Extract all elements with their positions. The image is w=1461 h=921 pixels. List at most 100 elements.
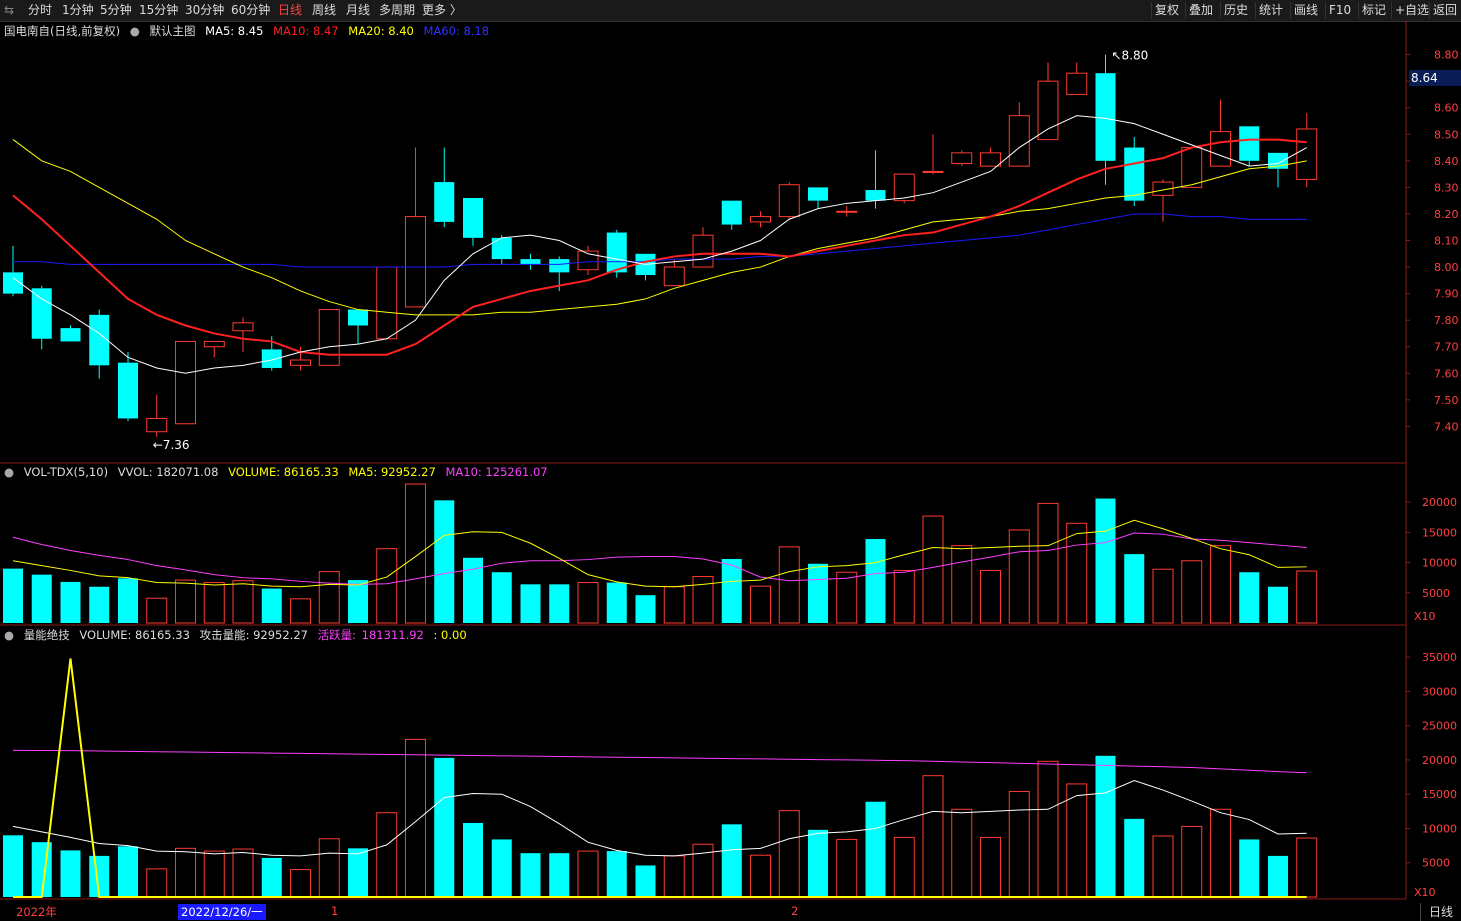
sub-volume-bar — [1095, 755, 1116, 897]
candle-body — [261, 349, 282, 368]
volume-bar — [261, 588, 282, 623]
volume-bar — [1008, 529, 1030, 624]
volume-bar — [31, 574, 52, 623]
price-tick-label: 7.80 — [1434, 314, 1459, 327]
sub-volume-bar — [1124, 818, 1145, 897]
volume-bar — [1124, 554, 1145, 623]
candle-body — [692, 234, 714, 268]
volume-bar — [1210, 545, 1231, 624]
sub-volume-bar — [520, 853, 541, 897]
vol-tick-label: 5000 — [1422, 587, 1450, 600]
candle-body — [1066, 72, 1088, 95]
sub-volume-bar — [663, 855, 685, 898]
candle-body — [203, 340, 225, 348]
candle-body — [405, 216, 426, 308]
volume-bar — [663, 586, 685, 624]
sub-volume-bar — [606, 851, 627, 897]
candle-body — [520, 259, 541, 265]
sub-volume-bar — [434, 757, 455, 897]
price-tick-label: 7.70 — [1434, 341, 1459, 354]
volume-bar — [980, 569, 1001, 624]
sub-volume-bar — [261, 857, 282, 897]
sub-volume-bar — [60, 850, 81, 897]
volume-bar — [318, 571, 340, 624]
price-tick-label: 7.90 — [1434, 288, 1459, 301]
sub-volume-bar — [750, 854, 771, 898]
candle-body — [348, 309, 368, 326]
volume-bar — [836, 571, 858, 624]
volume-bar — [175, 579, 196, 624]
ma10-line — [12, 138, 1307, 356]
sub-volume-bar — [721, 824, 742, 897]
price-tick-label: 7.40 — [1434, 420, 1459, 433]
sub-volume-bar — [951, 808, 973, 898]
sub-tick-label: 25000 — [1422, 720, 1457, 733]
price-tick-label: 8.20 — [1434, 208, 1459, 221]
volume-bar — [1268, 586, 1288, 623]
sub-volume-bar — [463, 822, 483, 897]
sub-volume-bar — [635, 865, 656, 897]
candle-body — [290, 359, 311, 366]
volume-bar — [348, 580, 368, 623]
sub-volume-bar — [491, 839, 512, 897]
vol-x10-label: X10 — [1414, 610, 1436, 623]
sub-volume-bar — [146, 868, 168, 898]
candle-body — [60, 328, 81, 342]
vol-tick-label: 20000 — [1422, 496, 1457, 509]
sub-volume-bar — [348, 848, 368, 897]
candle-body — [549, 259, 570, 273]
price-tick-label: 8.00 — [1434, 261, 1459, 274]
candle-body — [1210, 131, 1231, 167]
volume-bar — [635, 595, 656, 623]
price-tick-label: 7.50 — [1434, 394, 1459, 407]
kline-chart[interactable]: 7.40 7.50 7.60 7.70 7.80 7.90 8.00 8.10 8.20 8.30… — [0, 0, 1461, 921]
period-label[interactable]: 日线 — [1420, 903, 1461, 921]
sub-volume-bar — [865, 801, 886, 897]
sub-volume-bar — [1008, 790, 1030, 898]
candle-body — [836, 210, 858, 213]
sub-volume-bar — [318, 838, 340, 898]
volume-bar — [1066, 522, 1088, 624]
candle-body — [118, 362, 138, 419]
volume-bar — [951, 545, 973, 624]
candle-body — [1037, 80, 1059, 141]
candle-body — [1008, 115, 1030, 167]
price-tick-label: 8.40 — [1434, 155, 1459, 168]
low-label: ←7.36 — [153, 438, 190, 452]
sub-volume-bar — [405, 738, 426, 898]
volume-bar — [606, 582, 627, 623]
candle-body — [663, 266, 685, 287]
candle-body — [1095, 73, 1116, 161]
price-tick-label: 8.50 — [1434, 128, 1459, 141]
candle-body — [1124, 147, 1145, 201]
candle-body — [232, 322, 254, 332]
sub-volume-bar — [1210, 808, 1231, 898]
sub-tick-label: 15000 — [1422, 788, 1457, 801]
timeline-month-2: 2 — [791, 904, 799, 918]
sub-volume-bar — [1296, 837, 1318, 898]
volume-bar — [893, 569, 915, 624]
sub-volume-bar — [922, 775, 944, 898]
volume-bar — [1239, 572, 1260, 623]
sub-volume-bar — [1152, 835, 1174, 898]
price-tick-label: 8.80 — [1434, 49, 1459, 62]
candle-body — [721, 200, 742, 225]
sub-volume-bar — [290, 869, 311, 898]
volume-bar — [808, 563, 828, 623]
candle-body — [146, 417, 168, 433]
volume-bar — [922, 515, 944, 624]
volume-bar — [549, 584, 570, 623]
volume-bar — [721, 558, 742, 623]
sub-volume-bar — [1268, 855, 1288, 897]
current-price-tag: 8.64 — [1409, 70, 1461, 86]
price-tick-label: 7.60 — [1434, 367, 1459, 380]
volume-bar — [89, 586, 110, 623]
candle-body — [89, 314, 110, 366]
volume-bar — [118, 578, 138, 623]
volume-bar — [1037, 502, 1059, 624]
sub-tick-label: 35000 — [1422, 651, 1457, 664]
candle-body — [606, 232, 627, 273]
volume-bar — [491, 572, 512, 623]
candle-body — [1296, 128, 1318, 180]
timeline-month-1: 1 — [331, 904, 339, 918]
